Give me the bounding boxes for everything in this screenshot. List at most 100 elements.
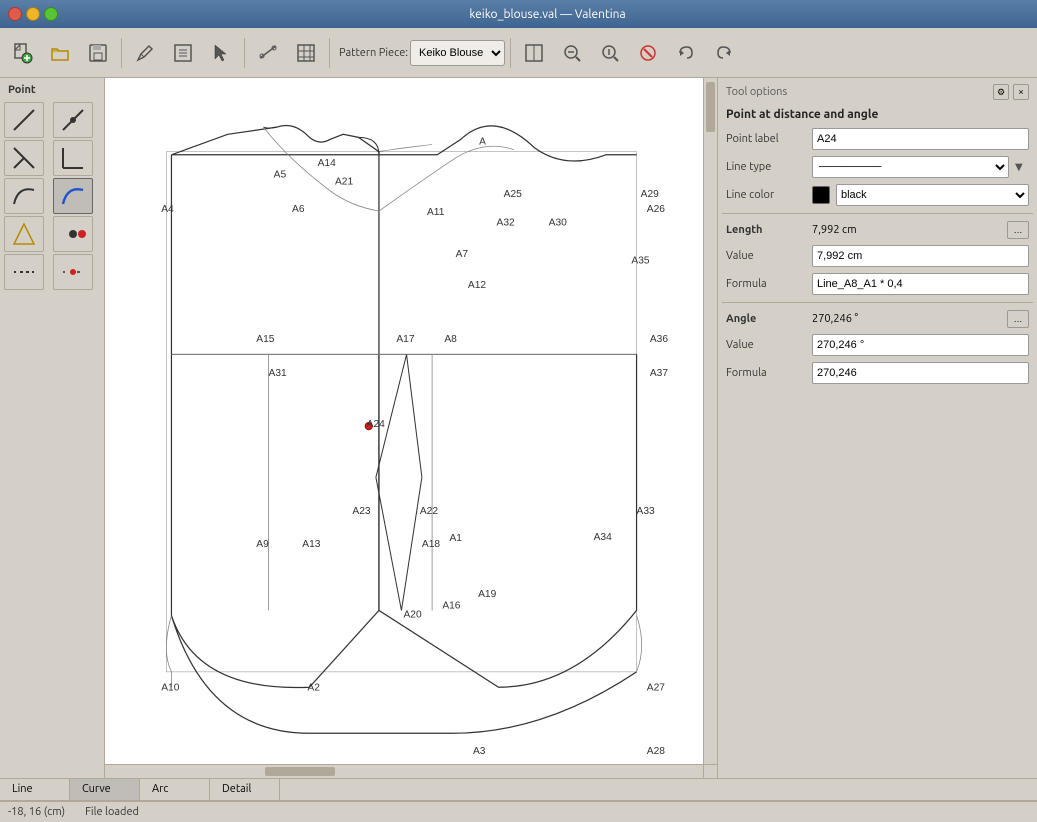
stop-button[interactable] (630, 35, 666, 71)
zoom-out-button[interactable] (554, 35, 590, 71)
panel-config-btn[interactable]: ⚙ (993, 84, 1009, 100)
panel-close-btn[interactable]: × (1013, 84, 1029, 100)
length-more-btn[interactable]: … (1007, 221, 1029, 239)
tab-arc[interactable]: Arc (140, 779, 210, 800)
scrollbar-horizontal[interactable] (105, 764, 703, 778)
left-panel: Point (0, 78, 105, 778)
length-display: 7,992 cm (812, 224, 1001, 236)
pattern-piece-label: Pattern Piece: (339, 47, 408, 59)
pattern-canvas: A A1 A2 A3 A4 A5 A6 A7 A8 A9 A10 A11 A12… (105, 78, 703, 764)
redo-button[interactable] (706, 35, 742, 71)
separator-1 (121, 38, 122, 68)
point-mark-tool[interactable] (53, 216, 93, 252)
angle-value-label: Value (726, 339, 806, 351)
statusbar: -18, 16 (cm) File loaded (0, 801, 1037, 822)
angle-tool[interactable] (53, 140, 93, 176)
pattern-piece-select[interactable]: Keiko Blouse (410, 40, 505, 66)
section-title: Point at distance and angle (722, 104, 1033, 125)
details-button[interactable] (165, 35, 201, 71)
tool-options-title: Tool options (726, 86, 787, 98)
right-panel: Tool options ⚙ × Point at distance and a… (717, 78, 1037, 778)
point-label-label: Point label (726, 133, 806, 145)
measure-button[interactable] (250, 35, 286, 71)
svg-text:A15: A15 (256, 334, 274, 345)
tab-detail[interactable]: Detail (210, 779, 280, 800)
draw-mode-button[interactable] (127, 35, 163, 71)
svg-text:A7: A7 (456, 249, 469, 260)
svg-text:A18: A18 (422, 539, 440, 550)
svg-text:A8: A8 (444, 334, 457, 345)
grid-button[interactable] (288, 35, 324, 71)
main-layout: Point (0, 78, 1037, 778)
triangle-tool[interactable] (4, 216, 44, 252)
bottom-section: Line Curve Arc Detail -18, 16 (cm) File … (0, 778, 1037, 822)
undo-button[interactable] (668, 35, 704, 71)
titlebar: keiko_blouse.val — Valentina (0, 0, 1037, 28)
close-button[interactable] (8, 7, 22, 21)
svg-text:A5: A5 (274, 169, 287, 180)
curve-tool[interactable] (4, 178, 44, 214)
line-color-row: Line color black red blue (722, 181, 1033, 209)
active-curve-tool[interactable] (53, 178, 93, 214)
svg-text:A27: A27 (647, 682, 665, 693)
angle-header-row: Angle 270,246 ° … (722, 307, 1033, 331)
canvas-area[interactable]: A A1 A2 A3 A4 A5 A6 A7 A8 A9 A10 A11 A12… (105, 78, 717, 778)
bottom-tabs: Line Curve Arc Detail (0, 779, 1037, 801)
line-tool[interactable] (4, 102, 44, 138)
zoom-in-button[interactable] (592, 35, 628, 71)
maximize-button[interactable] (44, 7, 58, 21)
angle-more-btn[interactable]: … (1007, 310, 1029, 328)
length-value-input[interactable] (812, 245, 1029, 267)
svg-text:A36: A36 (650, 334, 668, 345)
window-controls[interactable] (8, 7, 58, 21)
svg-text:A30: A30 (549, 217, 567, 228)
svg-text:A13: A13 (302, 539, 320, 550)
new-button[interactable] (4, 35, 40, 71)
tool-grid (4, 102, 100, 290)
svg-text:A37: A37 (650, 368, 668, 379)
select-button[interactable] (203, 35, 239, 71)
status-text: File loaded (85, 806, 139, 818)
angle-display: 270,246 ° (812, 313, 1001, 325)
panel-icons: ⚙ × (993, 84, 1029, 100)
save-button[interactable] (80, 35, 116, 71)
length-formula-input[interactable] (812, 273, 1029, 295)
angle-label: Angle (726, 313, 806, 325)
point-on-line-tool[interactable] (53, 102, 93, 138)
scrollbar-corner (703, 764, 717, 778)
svg-text:A28: A28 (647, 746, 665, 757)
window-title: keiko_blouse.val — Valentina (66, 8, 1029, 21)
svg-text:A32: A32 (497, 217, 515, 228)
point-label-input[interactable] (812, 128, 1029, 150)
angle-value-input[interactable] (812, 334, 1029, 356)
intersect-tool[interactable] (4, 140, 44, 176)
svg-text:A10: A10 (161, 682, 179, 693)
svg-text:A: A (479, 137, 486, 148)
scrollbar-vertical[interactable] (703, 78, 717, 764)
divider-1 (722, 213, 1033, 214)
separator-2 (244, 38, 245, 68)
line-type-arrow: ▼ (1015, 161, 1029, 173)
length-formula-row: Formula (722, 270, 1033, 298)
divider-2 (722, 302, 1033, 303)
layout-button[interactable] (516, 35, 552, 71)
tab-curve[interactable]: Curve (70, 779, 140, 800)
svg-text:A1: A1 (449, 533, 462, 544)
svg-text:A29: A29 (641, 189, 659, 200)
tab-line[interactable]: Line (0, 779, 70, 800)
dash-tool[interactable] (4, 254, 44, 290)
color-select[interactable]: black red blue (836, 184, 1029, 206)
angle-formula-row: Formula (722, 359, 1033, 387)
minimize-button[interactable] (26, 7, 40, 21)
svg-text:A22: A22 (420, 506, 438, 517)
scrollbar-thumb-h[interactable] (265, 767, 335, 776)
svg-text:A19: A19 (478, 589, 496, 600)
open-button[interactable] (42, 35, 78, 71)
line-type-select[interactable]: ──────── - - - - - (812, 156, 1009, 178)
point-red-tool[interactable] (53, 254, 93, 290)
scrollbar-thumb-v[interactable] (706, 82, 715, 132)
length-label: Length (726, 224, 806, 236)
angle-formula-label: Formula (726, 367, 806, 379)
angle-formula-input[interactable] (812, 362, 1029, 384)
svg-text:A11: A11 (427, 207, 445, 218)
